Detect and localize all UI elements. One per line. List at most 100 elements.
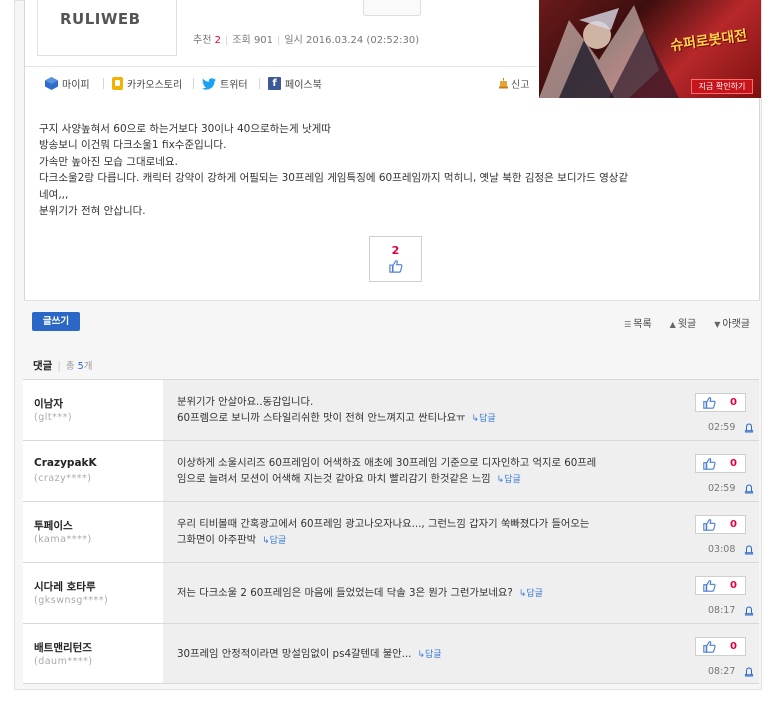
post-meta: 추천 2 | 조회 901 | 일시 2016.03.24 (02:52:30) bbox=[193, 35, 420, 46]
comment-author-id: (crazy****) bbox=[34, 473, 92, 484]
top-tab[interactable] bbox=[363, 0, 421, 16]
comment-line: 분위기가 안살아요..동감입니다. bbox=[177, 396, 314, 408]
comment-item: 이남자 (glt***) 분위기가 안살아요..동감입니다. 60프렘으로 보니… bbox=[23, 379, 759, 440]
ad-banner[interactable]: 슈퍼로봇대전 지금 확인하기 bbox=[539, 0, 761, 98]
comments-count: 총 5개 bbox=[66, 361, 93, 372]
share-kakao-label: 카카오스토리 bbox=[127, 80, 183, 91]
bell-icon[interactable] bbox=[744, 544, 754, 555]
comment-like-count: 0 bbox=[730, 397, 737, 408]
caret-up-icon: ▲ bbox=[669, 320, 676, 329]
logo-text: RULIWEB bbox=[60, 10, 141, 28]
reply-label: 답글 bbox=[504, 475, 521, 485]
comment-time: 03:08 bbox=[708, 544, 754, 555]
share-facebook[interactable]: f 페이스북 bbox=[268, 76, 322, 91]
comment-text: 우리 티비볼때 간혹광고에서 60프레임 광고나오자나요..., 그런느낌 갑자… bbox=[177, 516, 667, 549]
comment-text: 30프레임 안정적이라면 망설임없이 ps4갈텐데 불안... ↳답글 bbox=[177, 646, 667, 663]
share-facebook-label: 페이스북 bbox=[285, 80, 322, 91]
comment-author-name[interactable]: 이남자 bbox=[34, 396, 63, 411]
views-count: 901 bbox=[253, 35, 274, 46]
comment-line: 임으로 늘려서 모션이 어색해 지는것 같아요 마치 빨리감기 한것같은 느낌 bbox=[177, 473, 491, 485]
kakaostory-icon bbox=[112, 77, 123, 90]
recommend-button[interactable]: 2 bbox=[369, 236, 422, 282]
comment-author: 투페이스 (kama****) bbox=[23, 502, 163, 562]
prev-post-link[interactable]: ▲ 윗글 bbox=[670, 315, 697, 330]
comment-like-button[interactable]: 0 bbox=[695, 393, 746, 412]
report-button[interactable]: 신고 bbox=[498, 76, 529, 91]
next-post-link[interactable]: ▼ 아랫글 bbox=[714, 315, 750, 330]
thumbs-up-icon bbox=[703, 519, 716, 531]
comment-content: 이상하게 소울시리즈 60프레임이 어색하죠 애초에 30프레임 기준으로 디자… bbox=[163, 441, 759, 501]
comment-author-id: (glt***) bbox=[34, 412, 73, 423]
comment-line: 그화면이 아주판박 bbox=[177, 534, 257, 546]
comment-time: 02:59 bbox=[708, 483, 754, 494]
comment-time-value: 03:08 bbox=[708, 544, 736, 555]
post-body: 구지 사양높혀서 60으로 하는거보다 30이나 40으로하는게 낫게따 방송보… bbox=[39, 121, 749, 219]
post-line: 방송보니 이건뭐 다크소울1 fix수준입니다. bbox=[39, 139, 227, 152]
post-line: 분위기가 전혀 안삽니다. bbox=[39, 205, 146, 218]
comment-time-value: 08:17 bbox=[708, 605, 736, 616]
comment-text: 분위기가 안살아요..동감입니다. 60프렘으로 보니까 스타일리쉬한 맛이 전… bbox=[177, 394, 667, 427]
share-bar: 마이피 카카오스토리 트위터 f 페이스북 신고 bbox=[25, 66, 537, 98]
comment-line: 60프렘으로 보니까 스타일리쉬한 맛이 전혀 안느껴지고 싼티나요ㅠ bbox=[177, 412, 466, 424]
bell-icon[interactable] bbox=[744, 666, 754, 677]
facebook-icon: f bbox=[268, 77, 281, 90]
prev-label: 윗글 bbox=[677, 319, 697, 330]
list-icon: ☰ bbox=[624, 320, 632, 329]
report-label: 신고 bbox=[511, 80, 530, 91]
thumbs-up-icon bbox=[388, 260, 403, 273]
post-nav: ☰ 목록 ▲ 윗글 ▼ 아랫글 bbox=[624, 315, 750, 330]
write-button[interactable]: 글쓰기 bbox=[32, 312, 80, 331]
comment-time: 08:27 bbox=[708, 666, 754, 677]
comment-item: 투페이스 (kama****) 우리 티비볼때 간혹광고에서 60프레임 광고나… bbox=[23, 501, 759, 562]
reply-link[interactable]: ↳답글 bbox=[497, 475, 521, 485]
comment-content: 저는 다크소울 2 60프레임은 마음에 들었었는데 닥솔 3은 뭔가 그런가보… bbox=[163, 563, 759, 623]
comment-author-name[interactable]: 투페이스 bbox=[34, 518, 73, 533]
comment-content: 분위기가 안살아요..동감입니다. 60프렘으로 보니까 스타일리쉬한 맛이 전… bbox=[163, 380, 759, 440]
comment-author-name[interactable]: CrazypakK bbox=[34, 457, 97, 469]
comment-author-name[interactable]: 시다레 호타루 bbox=[34, 579, 96, 594]
comments-total-label: 총 bbox=[65, 361, 75, 372]
comment-line: 30프레임 안정적이라면 망설임없이 ps4갈텐데 불안... bbox=[177, 648, 412, 660]
date-label: 일시 bbox=[284, 35, 303, 46]
comment-like-button[interactable]: 0 bbox=[695, 454, 746, 473]
share-mypi-label: 마이피 bbox=[62, 80, 90, 91]
comment-like-button[interactable]: 0 bbox=[695, 576, 746, 595]
comment-like-count: 0 bbox=[730, 519, 737, 530]
comment-like-button[interactable]: 0 bbox=[695, 515, 746, 534]
date-value: 2016.03.24 (02:52:30) bbox=[306, 35, 420, 46]
thumbs-up-icon bbox=[703, 641, 716, 653]
mypi-icon bbox=[45, 77, 58, 90]
comment-like-button[interactable]: 0 bbox=[695, 637, 746, 656]
comments-unit: 개 bbox=[83, 361, 93, 372]
views-label: 조회 bbox=[232, 35, 251, 46]
bell-icon[interactable] bbox=[744, 483, 754, 494]
comment-line: 이상하게 소울시리즈 60프레임이 어색하죠 애초에 30프레임 기준으로 디자… bbox=[177, 457, 597, 469]
ad-cta-button[interactable]: 지금 확인하기 bbox=[691, 79, 753, 94]
recommend-box-count: 2 bbox=[391, 244, 400, 257]
post-line: 다크소울2랑 다릅니다. 캐릭터 강약이 강하게 어필되는 30프레임 게임특징… bbox=[39, 172, 629, 185]
comment-author-name[interactable]: 배트맨리턴즈 bbox=[34, 640, 92, 655]
comment-time: 08:17 bbox=[708, 605, 754, 616]
share-twitter-label: 트위터 bbox=[220, 80, 248, 91]
board-logo[interactable]: RULIWEB bbox=[37, 0, 177, 56]
post-line: 가속만 높아진 모습 그대로네요. bbox=[39, 155, 178, 168]
share-twitter[interactable]: 트위터 bbox=[202, 76, 248, 91]
comment-like-count: 0 bbox=[730, 641, 737, 652]
reply-link[interactable]: ↳답글 bbox=[262, 536, 286, 546]
bell-icon[interactable] bbox=[744, 422, 754, 433]
post-line: 네여,,, bbox=[39, 188, 69, 201]
share-mypi[interactable]: 마이피 bbox=[45, 76, 90, 91]
comment-time: 02:59 bbox=[708, 422, 754, 433]
share-kakao[interactable]: 카카오스토리 bbox=[112, 76, 182, 91]
comment-item: 배트맨리턴즈 (daum****) 30프레임 안정적이라면 망설임없이 ps4… bbox=[23, 623, 759, 684]
bell-icon[interactable] bbox=[744, 605, 754, 616]
comment-item: 시다레 호타루 (gkswnsg****) 저는 다크소울 2 60프레임은 마… bbox=[23, 562, 759, 623]
list-link[interactable]: ☰ 목록 bbox=[624, 315, 652, 330]
comment-author: CrazypakK (crazy****) bbox=[23, 441, 163, 501]
reply-link[interactable]: ↳답글 bbox=[472, 414, 496, 424]
comment-line: 우리 티비볼때 간혹광고에서 60프레임 광고나오자나요..., 그런느낌 갑자… bbox=[177, 518, 590, 530]
comment-list: 이남자 (glt***) 분위기가 안살아요..동감입니다. 60프렘으로 보니… bbox=[23, 379, 759, 684]
reply-link[interactable]: ↳답글 bbox=[417, 650, 441, 660]
reply-link[interactable]: ↳답글 bbox=[519, 589, 543, 599]
comment-like-count: 0 bbox=[730, 580, 737, 591]
